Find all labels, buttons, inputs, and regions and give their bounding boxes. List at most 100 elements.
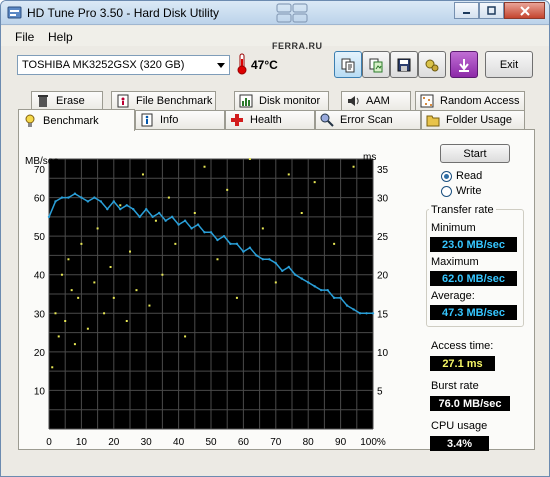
close-button[interactable] [504, 2, 545, 19]
access-time-point [148, 304, 151, 307]
tab-label: Folder Usage [446, 114, 513, 126]
benchmark-chart: 102030405060MB/sec705101520253035ms0 10 20… [25, 152, 389, 448]
access-time-point [96, 227, 99, 230]
maximize-button[interactable] [479, 2, 504, 19]
transfer-rate-point [132, 207, 135, 211]
x-tick-label: 50 [205, 437, 217, 447]
x-tick-label: 100% [360, 437, 386, 447]
transfer-rate-point [151, 215, 154, 219]
x-tick-label: 10 [76, 437, 88, 447]
y-left-tick-label: 10 [34, 386, 46, 397]
chevron-down-icon [217, 63, 225, 68]
tab-info[interactable]: Info [135, 110, 225, 129]
menu-file[interactable]: File [15, 30, 34, 44]
transfer-rate-point [112, 200, 116, 203]
copy-screenshot-button[interactable] [362, 51, 390, 78]
transfer-rate-point [164, 219, 167, 222]
access-time-point [112, 296, 115, 299]
read-radio[interactable]: Read [441, 169, 521, 183]
transfer-rate-point [242, 250, 245, 253]
transfer-rate-point [216, 238, 219, 242]
close-icon [519, 5, 530, 16]
transfer-rate-point [119, 207, 122, 211]
transfer-rate-point [157, 211, 161, 215]
access-time-point [287, 173, 290, 176]
temperature-readout: 47°C [251, 58, 278, 72]
tab-aam[interactable]: AAM [341, 91, 411, 110]
info-icon [141, 113, 153, 127]
y-right-tick-label: 15 [377, 309, 389, 320]
transfer-rate-point [209, 231, 213, 234]
drive-select-value: TOSHIBA MK3252GSX (320 GB) [22, 59, 185, 71]
transfer-rate-point [86, 200, 90, 203]
average-value: 47.3 MB/sec [430, 305, 517, 320]
access-time-point [57, 335, 60, 338]
access-time-point [93, 281, 96, 284]
options-button[interactable] [418, 51, 446, 78]
access-time-label: Access time: [431, 340, 494, 352]
transfer-rate-point [47, 215, 51, 219]
watermark: FERRA.RU [272, 41, 323, 51]
title-bar[interactable]: HD Tune Pro 3.50 - Hard Disk Utility [1, 1, 549, 25]
tab-health[interactable]: Health [225, 110, 315, 129]
access-time-point [333, 242, 336, 245]
menu-help[interactable]: Help [48, 30, 73, 44]
health-icon [231, 114, 243, 126]
access-time-point [60, 273, 63, 276]
exit-button[interactable]: Exit [485, 51, 533, 78]
access-time-point [119, 204, 122, 207]
access-time-point [154, 219, 157, 222]
tab-error-scan[interactable]: Error Scan [315, 110, 421, 129]
minimize-button[interactable] [454, 2, 479, 19]
drive-select[interactable]: TOSHIBA MK3252GSX (320 GB) [17, 55, 230, 75]
save-icon [397, 58, 411, 71]
transfer-rate-point [255, 254, 258, 257]
average-label: Average: [431, 290, 475, 302]
transfer-rate-point [60, 196, 64, 199]
transfer-rate-point [54, 200, 57, 203]
start-button[interactable]: Start [440, 144, 510, 163]
purple-arrow-button[interactable] [450, 51, 478, 78]
y-right-tick-label: 5 [377, 386, 383, 397]
minimum-value: 23.0 MB/sec [430, 237, 517, 252]
transfer-rate-point [177, 223, 180, 226]
x-tick-label: 30 [141, 437, 153, 447]
chart-icon [239, 94, 253, 108]
transfer-rate-point [106, 207, 109, 211]
tab-disk-monitor[interactable]: Disk monitor [234, 91, 329, 110]
transfer-rate-point [229, 242, 232, 246]
transfer-rate-point [93, 196, 96, 199]
save-button[interactable] [390, 51, 418, 78]
transfer-rate-point [261, 258, 265, 261]
x-tick-label: 60 [238, 437, 250, 447]
y-right-axis-label: ms [363, 152, 376, 163]
access-time-point [161, 273, 164, 276]
tab-erase[interactable]: Erase [31, 91, 103, 110]
y-left-tick-label: 60 [34, 194, 46, 205]
tab-random-access[interactable]: Random Access [415, 91, 525, 110]
access-time-point [135, 289, 138, 292]
transfer-rate-point [222, 234, 226, 238]
burst-rate-value: 76.0 MB/sec [430, 396, 510, 411]
tab-folder-usage[interactable]: Folder Usage [421, 110, 525, 129]
access-time-point [70, 289, 73, 292]
access-time-point [274, 281, 277, 284]
y-left-tick-label: 30 [34, 309, 46, 320]
access-time-point [193, 212, 196, 214]
benchmark-chart-area: 10 20 30 40 50 60 MB/sec 70 5 10 15 20 25 30 35 ms 0 10 20… [23, 149, 415, 448]
access-time-point [261, 227, 264, 230]
copy-info-button[interactable] [334, 51, 362, 78]
access-time-point [141, 173, 144, 176]
transfer-rate-point [183, 219, 187, 222]
maximize-icon [487, 6, 496, 15]
radio-dot-icon [441, 170, 452, 182]
x-tick-label: 40 [173, 437, 185, 447]
transfer-rate-point [138, 215, 141, 219]
transfer-rate-point [339, 296, 342, 300]
write-radio[interactable]: Write [441, 184, 521, 198]
file-info-icon [117, 94, 129, 108]
tab-file-benchmark[interactable]: File Benchmark [111, 91, 216, 110]
tab-benchmark[interactable]: Benchmark [18, 109, 135, 131]
tab-label: Erase [56, 95, 85, 107]
x-tick-label: 70 [270, 437, 282, 447]
